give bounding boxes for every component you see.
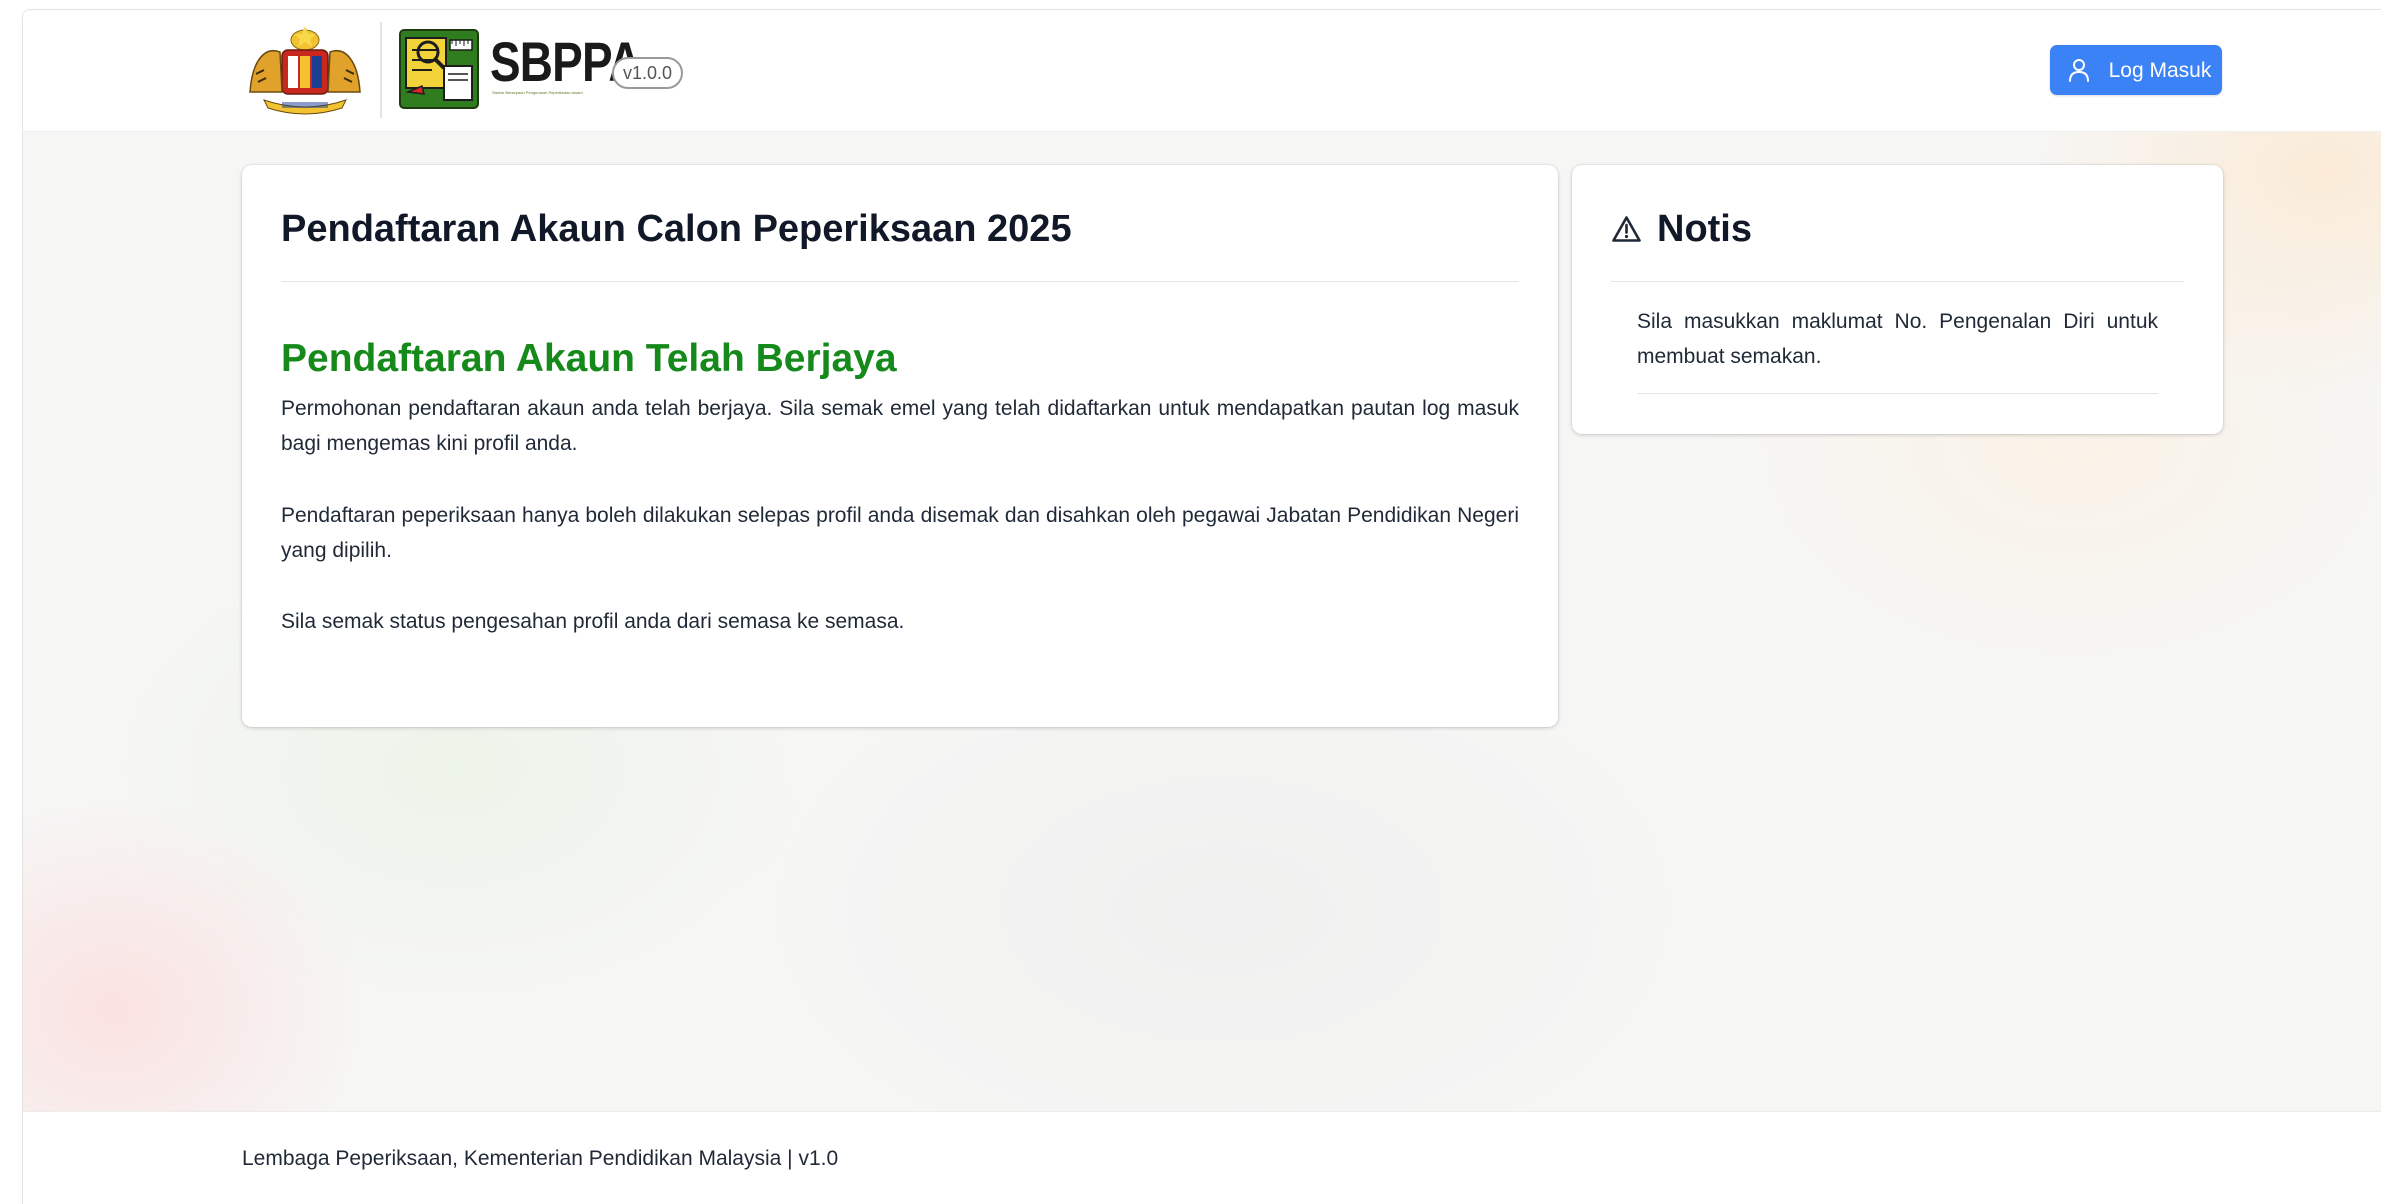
notice-title: Notis: [1657, 208, 1752, 250]
notice-text: Sila masukkan maklumat No. Pengenalan Di…: [1637, 310, 2158, 368]
version-badge: v1.0.0: [612, 57, 684, 89]
notice-bottom-divider: [1637, 393, 2158, 394]
notice-divider: [1611, 281, 2184, 282]
login-button-label: Log Masuk: [2108, 59, 2212, 82]
page-footer: Lembaga Peperiksaan, Kementerian Pendidi…: [23, 1111, 2381, 1204]
success-paragraph-2: Pendaftaran peperiksaan hanya boleh dila…: [281, 504, 1519, 562]
success-heading: Pendaftaran Akaun Telah Berjaya: [281, 337, 897, 380]
page-title: Pendaftaran Akaun Calon Peperiksaan 2025: [281, 208, 1072, 250]
user-icon: [2069, 59, 2089, 82]
browser-frame: SBPPA Sistem Bersepadu Pengurusan Peperi…: [22, 9, 2381, 1204]
login-button[interactable]: Log Masuk: [2050, 45, 2222, 95]
sbppa-logo-icon: [399, 29, 479, 109]
logo-divider: [380, 22, 382, 118]
success-paragraph-3: Sila semak status pengesahan profil anda…: [281, 610, 905, 633]
footer-text: Lembaga Peperiksaan, Kementerian Pendidi…: [242, 1147, 839, 1170]
registration-card: Pendaftaran Akaun Calon Peperiksaan 2025…: [242, 165, 1558, 727]
title-divider: [281, 281, 1519, 282]
top-navbar: SBPPA Sistem Bersepadu Pengurusan Peperi…: [23, 10, 2381, 132]
success-paragraph-1: Permohonan pendaftaran akaun anda telah …: [281, 397, 1519, 455]
brand-tagline: Sistem Bersepadu Pengurusan Peperiksaan …: [492, 90, 583, 95]
coat-of-arms-logo: [249, 26, 361, 115]
warning-triangle-icon: [1612, 216, 1641, 242]
notice-card: Notis Sila masukkan maklumat No. Pengena…: [1572, 165, 2223, 434]
